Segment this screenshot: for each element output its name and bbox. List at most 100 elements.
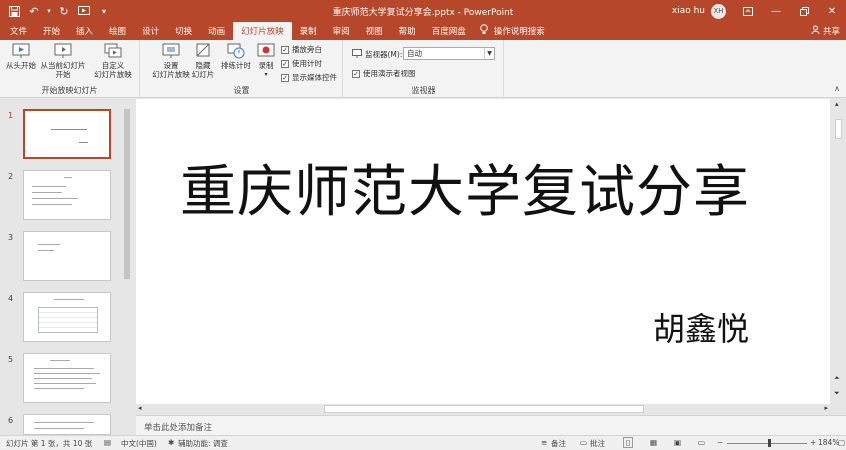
tab-animations[interactable]: 动画	[200, 22, 233, 40]
tab-review[interactable]: 审阅	[325, 22, 358, 40]
slide-thumbnail-4[interactable]	[23, 292, 111, 342]
thumbnail-scrollbar[interactable]	[122, 99, 132, 435]
use-timings-checkmark: ✓	[281, 59, 289, 68]
custom-slide-show-label-2: 幻灯片放映	[94, 70, 132, 79]
from-beginning-button[interactable]: 从头开始	[4, 43, 38, 70]
set-up-slide-show-button[interactable]: 设置 幻灯片放映	[148, 43, 194, 79]
tab-record[interactable]: 录制	[292, 22, 325, 40]
scroll-left-icon[interactable]: ◂	[138, 404, 142, 412]
tab-home[interactable]: 开始	[35, 22, 68, 40]
play-narrations-label: 播放旁白	[292, 45, 322, 54]
hide-slide-button[interactable]: 隐藏 幻灯片	[191, 43, 215, 79]
rehearse-timings-button[interactable]: 排练计时	[219, 43, 253, 70]
prev-slide-icon[interactable]: ⏶	[834, 374, 840, 383]
thumb-line	[32, 204, 72, 205]
tab-help[interactable]: 帮助	[391, 22, 424, 40]
slide-counter[interactable]: 幻灯片 第 1 张，共 10 张	[6, 438, 92, 449]
thumb-line	[38, 250, 54, 251]
scroll-right-icon[interactable]: ▸	[824, 404, 828, 412]
slide-author[interactable]: 胡鑫悦	[653, 304, 749, 350]
notes-pane[interactable]: 单击此处添加备注	[136, 415, 846, 435]
use-timings-checkbox[interactable]: ✓ 使用计时	[281, 58, 322, 69]
start-slideshow-group-label: 开始放映幻灯片	[41, 86, 98, 95]
next-slide-icon[interactable]: ⏷	[834, 389, 840, 398]
slide-number-6: 6	[8, 416, 14, 425]
thumbnail-scrollbar-thumb[interactable]	[124, 109, 130, 279]
custom-slide-show-icon	[104, 43, 122, 59]
slide-thumbnail-1[interactable]	[23, 109, 111, 159]
restore-icon[interactable]	[790, 0, 818, 22]
accessibility-status[interactable]: 辅助功能: 调查	[178, 438, 228, 449]
thumb-line	[38, 244, 60, 245]
tab-transitions[interactable]: 切换	[167, 22, 200, 40]
normal-view-icon[interactable]: ▯	[623, 437, 634, 448]
language-status[interactable]: 中文(中国)	[121, 438, 157, 449]
start-slideshow-group: 从头开始 从当前幻灯片 开始 自定义 幻灯片放映 开始放映幻灯片	[0, 40, 140, 98]
monitors-group-label: 监视器	[411, 86, 436, 95]
zoom-slider-knob[interactable]	[768, 439, 771, 447]
horizontal-scrollbar[interactable]: ◂ ▸	[136, 404, 830, 414]
fit-to-window-icon[interactable]: ▢	[838, 438, 845, 447]
avatar[interactable]: XH	[711, 3, 726, 19]
slide-thumbnail-2[interactable]	[23, 170, 111, 220]
slide-thumbnail-3[interactable]	[23, 231, 111, 281]
scroll-up-icon[interactable]: ▴	[835, 100, 839, 108]
save-icon[interactable]	[4, 0, 24, 22]
slide-thumbnail-6[interactable]	[23, 414, 111, 435]
record-button[interactable]: 录制 ▾	[255, 43, 277, 79]
notes-icon[interactable]: ≡	[541, 438, 547, 447]
accessibility-icon[interactable]: ✱	[168, 438, 174, 447]
close-icon[interactable]: ✕	[818, 0, 846, 22]
play-narrations-checkbox[interactable]: ✓ 播放旁白	[281, 44, 322, 55]
monitor-select[interactable]: 自动 ▼	[403, 47, 495, 60]
undo-icon[interactable]: ↶	[24, 0, 44, 22]
presenter-view-checkbox[interactable]: ✓ 使用演示者视图	[352, 68, 416, 79]
from-current-slide-label-2: 开始	[55, 70, 71, 79]
spell-check-icon[interactable]: ▤	[104, 438, 111, 447]
slide-title[interactable]: 重庆师范大学复试分享	[180, 147, 750, 228]
vertical-scrollbar-thumb[interactable]	[835, 119, 842, 139]
tab-insert[interactable]: 插入	[68, 22, 101, 40]
reading-view-icon[interactable]: ▣	[674, 438, 681, 447]
tell-me-search[interactable]: 操作说明搜索	[474, 22, 551, 40]
hide-slide-label-2: 幻灯片	[191, 70, 215, 79]
from-current-slide-icon	[54, 43, 72, 59]
rehearse-timings-label: 排练计时	[221, 61, 251, 70]
tab-baidu-netdisk[interactable]: 百度网盘	[424, 22, 474, 40]
minimize-icon[interactable]: —	[762, 0, 790, 22]
collapse-ribbon-icon[interactable]: ∧	[834, 84, 840, 93]
slideshow-view-icon[interactable]: ▭	[698, 438, 705, 447]
user-name[interactable]: xiao hu	[672, 6, 705, 16]
share-button[interactable]: 共享	[811, 22, 840, 40]
tab-draw[interactable]: 绘图	[101, 22, 134, 40]
horizontal-scrollbar-thumb[interactable]	[324, 405, 644, 413]
tab-design[interactable]: 设计	[134, 22, 167, 40]
presenter-view-label: 使用演示者视图	[363, 69, 416, 78]
record-label: 录制	[258, 61, 274, 70]
from-current-slide-button[interactable]: 从当前幻灯片 开始	[38, 43, 88, 79]
zoom-in-icon[interactable]: +	[810, 438, 816, 447]
comments-icon[interactable]: ▭	[580, 438, 587, 447]
tab-file[interactable]: 文件	[0, 22, 35, 40]
comments-toggle[interactable]: 批注	[590, 438, 605, 449]
zoom-slider[interactable]	[727, 443, 807, 444]
zoom-level[interactable]: 184%	[818, 438, 839, 447]
tab-slide-show[interactable]: 幻灯片放映	[233, 22, 292, 40]
vertical-scrollbar[interactable]: ▴ ⏶ ⏷	[831, 99, 846, 414]
thumb-line	[32, 192, 62, 193]
slide-thumbnail-5[interactable]	[23, 353, 111, 403]
redo-icon[interactable]: ↻	[54, 0, 74, 22]
start-from-beginning-qat-icon[interactable]	[74, 0, 94, 22]
custom-slide-show-button[interactable]: 自定义 幻灯片放映	[90, 43, 136, 79]
customize-qat-icon[interactable]: ▾	[94, 0, 114, 22]
show-media-controls-checkbox[interactable]: ✓ 显示媒体控件	[281, 72, 337, 83]
setup-group-label: 设置	[233, 86, 250, 95]
ribbon-display-options-icon[interactable]	[734, 0, 762, 22]
notes-toggle[interactable]: 备注	[551, 438, 566, 449]
zoom-out-icon[interactable]: −	[717, 438, 723, 447]
slide-sorter-icon[interactable]: ▦	[650, 438, 657, 447]
chevron-down-icon: ▼	[484, 48, 494, 59]
tab-view[interactable]: 视图	[358, 22, 391, 40]
slide-editor[interactable]: 重庆师范大学复试分享 胡鑫悦	[136, 99, 830, 404]
undo-dropdown-icon[interactable]: ▾	[44, 0, 54, 22]
